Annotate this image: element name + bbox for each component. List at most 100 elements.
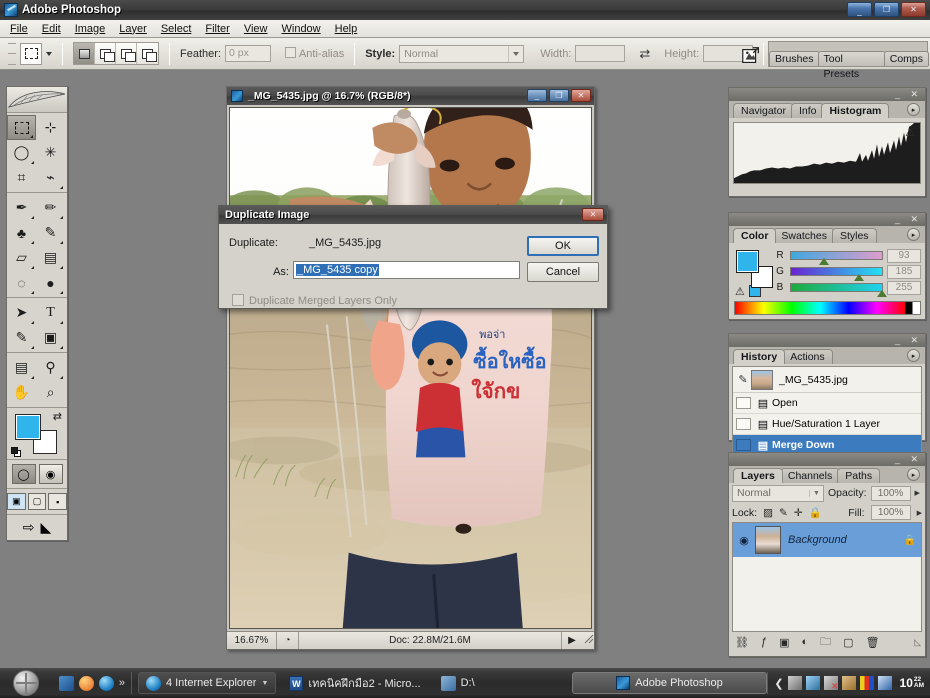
menu-view[interactable]: View [237,21,275,37]
blue-value[interactable]: 255 [887,280,921,295]
history-snapshot-row[interactable]: ✎ _MG_5435.jpg [733,367,921,393]
pen-tool-button[interactable]: ✎ [7,325,36,350]
tab-info[interactable]: Info [790,103,825,118]
status-menu-arrow-icon[interactable]: ▶ [562,632,582,649]
taskbar-item-internet-explorer[interactable]: 4 Internet Explorer ▼ [137,672,277,694]
hand-tool-button[interactable]: ✋ [7,380,36,405]
swap-colors-icon[interactable]: ⇄ [53,410,62,423]
full-screen-menubar-button[interactable]: ▢ [27,493,47,510]
standard-screen-mode-button[interactable]: ▣ [7,493,26,510]
current-tool-button[interactable] [20,42,42,65]
jump-to-icon[interactable]: ◣ [40,519,51,536]
palette-window-buttons[interactable]: _ ✕ [895,214,922,225]
palette-menu-icon[interactable]: ▸ [907,103,920,116]
network-error-icon[interactable]: ✕ [823,676,839,691]
layer-style-icon[interactable]: ƒ [761,636,767,648]
palette-window-buttons[interactable]: _ ✕ [895,454,922,465]
layer-visibility-eye-icon[interactable]: ◉ [733,534,755,547]
blue-slider-thumb[interactable] [876,290,887,297]
healing-brush-tool-button[interactable]: ✒ [7,195,36,220]
cached-data-warning-icon[interactable]: ⚠ [905,126,915,139]
palette-window-buttons[interactable]: _ ✕ [895,335,922,346]
document-title-bar[interactable]: _MG_5435.jpg @ 16.7% (RGB/8*) _ ❐ ✕ [227,87,594,105]
color-palette-title-bar[interactable]: _ ✕ [729,213,925,226]
history-brush-source-icon[interactable]: ✎ [735,373,751,386]
history-state-row[interactable]: ▤ Hue/Saturation 1 Layer [733,414,921,435]
type-tool-button[interactable]: T [36,300,65,325]
feather-input[interactable]: 0 px [224,45,271,62]
edit-in-imageready-icon[interactable]: ⇨ [23,519,35,536]
foreground-color-swatch[interactable] [736,250,759,273]
taskbar-item-photoshop[interactable]: Adobe Photoshop [571,672,768,694]
layers-palette-title-bar[interactable]: _ ✕ [729,453,925,466]
lasso-tool-button[interactable]: ◯ [7,140,36,165]
chevron-down-icon[interactable]: ▼ [261,680,268,687]
palette-well-tab-brushes[interactable]: Brushes [769,51,820,66]
eraser-tool-button[interactable]: ▱ [7,245,36,270]
history-state-row[interactable]: ▤ Open [733,393,921,414]
show-desktop-icon[interactable] [58,675,74,691]
red-slider-thumb[interactable] [819,258,830,265]
magic-wand-tool-button[interactable]: ✳ [36,140,65,165]
lock-all-icon[interactable]: 🔒 [809,506,822,519]
eyedropper-tool-button[interactable]: ⚲ [36,355,65,380]
menu-image[interactable]: Image [68,21,113,37]
zoom-tool-button[interactable]: ⌕ [36,380,65,405]
fill-input[interactable]: 100% [870,505,911,520]
crop-tool-button[interactable]: ⌗ [7,165,36,190]
resize-grip[interactable] [582,632,594,649]
duplicate-merged-layers-checkbox[interactable]: Duplicate Merged Layers Only [232,294,397,307]
shape-tool-button[interactable]: ▣ [36,325,65,350]
lock-image-pixels-icon[interactable]: ✎ [779,507,788,519]
tab-history[interactable]: History [733,349,786,364]
tab-paths[interactable]: Paths [837,468,881,483]
dialog-title-bar[interactable]: Duplicate Image ✕ [219,206,607,224]
zoom-level[interactable]: 16.67% [227,632,277,649]
resize-grip[interactable]: ◺ [914,637,921,648]
clone-stamp-tool-button[interactable]: ♣ [7,220,36,245]
document-maximize-button[interactable]: ❐ [549,89,569,102]
fill-stepper-arrow-icon[interactable]: ▶ [917,509,922,517]
rectangular-marquee-tool-button[interactable] [7,115,36,140]
tool-preset-picker-chevron-down-icon[interactable] [46,51,52,56]
standard-mode-button[interactable]: ◯ [11,464,36,484]
show-hidden-icons-chevron[interactable]: ❮ [774,677,783,690]
opacity-input[interactable]: 100% [870,485,911,501]
tab-layers[interactable]: Layers [733,468,783,483]
volume-icon[interactable] [805,676,820,690]
preview-icon[interactable]: ◔ [277,632,299,649]
brush-tool-button[interactable]: ✏ [36,195,65,220]
media-player-icon[interactable] [78,675,94,691]
subtract-from-selection-button[interactable] [116,43,137,64]
options-bar-grip[interactable] [8,42,16,65]
close-button[interactable]: ✕ [901,2,926,17]
network-icon[interactable] [787,676,802,690]
history-palette-title-bar[interactable]: _ ✕ [729,334,925,347]
red-slider-track[interactable] [790,251,883,265]
taskbar-item-word[interactable]: W เทคนิคฝึกมือ2 - Micro... [282,672,427,694]
notes-tool-button[interactable]: ▤ [7,355,36,380]
blue-slider-track[interactable] [790,283,887,297]
menu-window[interactable]: Window [275,21,328,37]
history-brush-tool-button[interactable]: ✎ [36,220,65,245]
tab-styles[interactable]: Styles [831,228,877,243]
default-colors-icon[interactable] [11,447,21,457]
opacity-stepper-arrow-icon[interactable]: ▶ [915,489,920,497]
slice-tool-button[interactable]: ⌁ [36,165,65,190]
taskbar-item-drive[interactable]: D:\ [434,672,482,694]
dodge-tool-button[interactable]: ● [36,270,65,295]
cancel-button[interactable]: Cancel [527,262,599,282]
toolbox-grip[interactable] [7,87,67,113]
start-button[interactable] [2,669,51,697]
gradient-tool-button[interactable]: ▤ [36,245,65,270]
menu-layer[interactable]: Layer [112,21,154,37]
more-chevron-icon[interactable]: » [119,677,125,689]
tab-swatches[interactable]: Swatches [773,228,835,243]
histogram-palette-title-bar[interactable]: _ ✕ [729,88,925,101]
width-input[interactable] [575,45,626,62]
palette-menu-icon[interactable]: ▸ [907,468,920,481]
ok-button[interactable]: OK [527,236,599,256]
link-layers-icon[interactable]: ⛓ [735,636,749,649]
language-bar-icon[interactable] [859,676,874,690]
lock-transparent-pixels-icon[interactable]: ▨ [763,507,773,519]
